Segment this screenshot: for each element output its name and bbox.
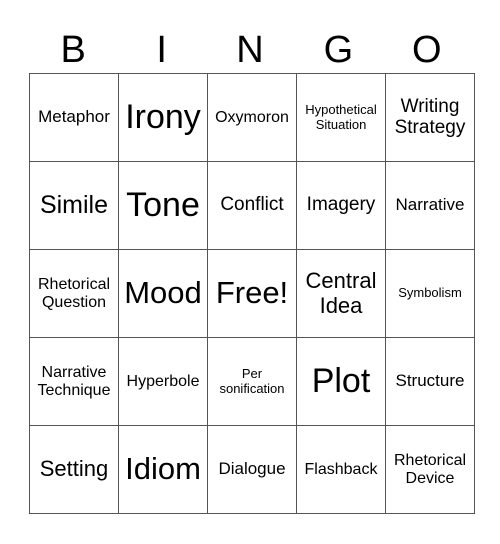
grid-row: Narrative Technique Hyperbole Per sonifi… bbox=[29, 337, 475, 426]
bingo-cell[interactable]: Plot bbox=[296, 337, 386, 426]
bingo-cell[interactable]: Imagery bbox=[296, 161, 386, 250]
bingo-cell[interactable]: Mood bbox=[118, 249, 208, 338]
bingo-cell[interactable]: Rhetorical Question bbox=[29, 249, 119, 338]
bingo-cell[interactable]: Symbolism bbox=[385, 249, 475, 338]
bingo-cell[interactable]: Metaphor bbox=[29, 73, 119, 162]
grid-row: Rhetorical Question Mood Free! Central I… bbox=[29, 249, 475, 338]
bingo-grid: Metaphor Irony Oxymoron Hypothetical Sit… bbox=[29, 73, 475, 514]
bingo-cell[interactable]: Idiom bbox=[118, 425, 208, 514]
bingo-cell[interactable]: Tone bbox=[118, 161, 208, 250]
header-letter-i: I bbox=[156, 29, 167, 71]
bingo-cell[interactable]: Flashback bbox=[296, 425, 386, 514]
grid-row: Metaphor Irony Oxymoron Hypothetical Sit… bbox=[29, 73, 475, 162]
bingo-cell[interactable]: Rhetorical Device bbox=[385, 425, 475, 514]
bingo-cell[interactable]: Irony bbox=[118, 73, 208, 162]
bingo-cell[interactable]: Hyperbole bbox=[118, 337, 208, 426]
bingo-cell[interactable]: Narrative bbox=[385, 161, 475, 250]
bingo-cell[interactable]: Per sonification bbox=[207, 337, 297, 426]
header-letter-n: N bbox=[236, 29, 264, 71]
bingo-header: B I N G O bbox=[29, 28, 471, 72]
bingo-cell[interactable]: Conflict bbox=[207, 161, 297, 250]
bingo-cell[interactable]: Setting bbox=[29, 425, 119, 514]
header-letter-b: B bbox=[60, 29, 86, 71]
bingo-cell[interactable]: Oxymoron bbox=[207, 73, 297, 162]
bingo-cell[interactable]: Dialogue bbox=[207, 425, 297, 514]
grid-row: Simile Tone Conflict Imagery Narrative bbox=[29, 161, 475, 250]
bingo-cell[interactable]: Narrative Technique bbox=[29, 337, 119, 426]
header-letter-g: G bbox=[323, 29, 354, 71]
bingo-cell[interactable]: Simile bbox=[29, 161, 119, 250]
bingo-cell[interactable]: Central Idea bbox=[296, 249, 386, 338]
header-letter-o: O bbox=[412, 29, 442, 71]
grid-row: Setting Idiom Dialogue Flashback Rhetori… bbox=[29, 425, 475, 514]
bingo-cell[interactable]: Structure bbox=[385, 337, 475, 426]
free-space-cell[interactable]: Free! bbox=[207, 249, 297, 338]
bingo-cell[interactable]: Hypothetical Situation bbox=[296, 73, 386, 162]
bingo-cell[interactable]: Writing Strategy bbox=[385, 73, 475, 162]
